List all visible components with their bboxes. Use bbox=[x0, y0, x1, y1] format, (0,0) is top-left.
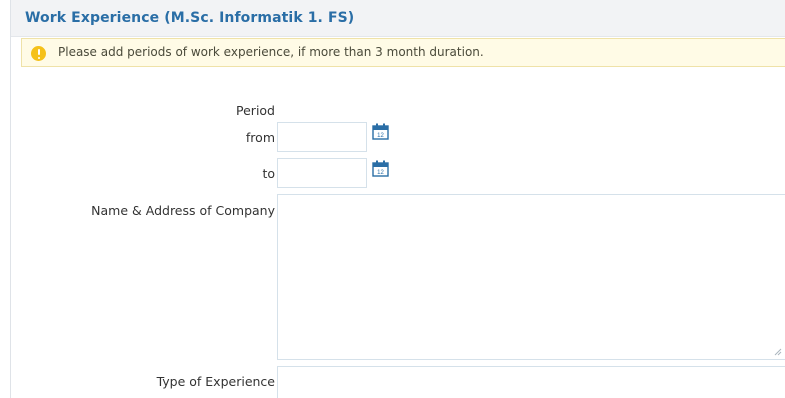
type-label: Type of Experience bbox=[156, 374, 275, 389]
info-warning-icon bbox=[31, 46, 46, 61]
calendar-icon[interactable]: 12 bbox=[372, 123, 389, 140]
section-title: Work Experience (M.Sc. Informatik 1. FS) bbox=[25, 10, 355, 26]
svg-text:12: 12 bbox=[377, 170, 384, 176]
notice-text: Please add periods of work experience, i… bbox=[58, 45, 484, 59]
resize-handle-icon[interactable] bbox=[774, 348, 782, 356]
type-of-experience-input[interactable] bbox=[277, 366, 785, 398]
company-textarea[interactable] bbox=[277, 194, 785, 360]
to-date-input[interactable] bbox=[277, 158, 367, 188]
from-label: from bbox=[245, 130, 275, 145]
svg-text:12: 12 bbox=[377, 133, 384, 139]
to-label: to bbox=[262, 166, 275, 181]
company-label: Name & Address of Company bbox=[91, 203, 275, 218]
from-date-input[interactable] bbox=[277, 122, 367, 152]
section-header: Work Experience (M.Sc. Informatik 1. FS) bbox=[11, 0, 785, 37]
period-label: Period bbox=[236, 103, 275, 118]
form-panel: Work Experience (M.Sc. Informatik 1. FS)… bbox=[10, 0, 785, 398]
calendar-icon[interactable]: 12 bbox=[372, 160, 389, 177]
notice-banner: Please add periods of work experience, i… bbox=[21, 38, 785, 67]
